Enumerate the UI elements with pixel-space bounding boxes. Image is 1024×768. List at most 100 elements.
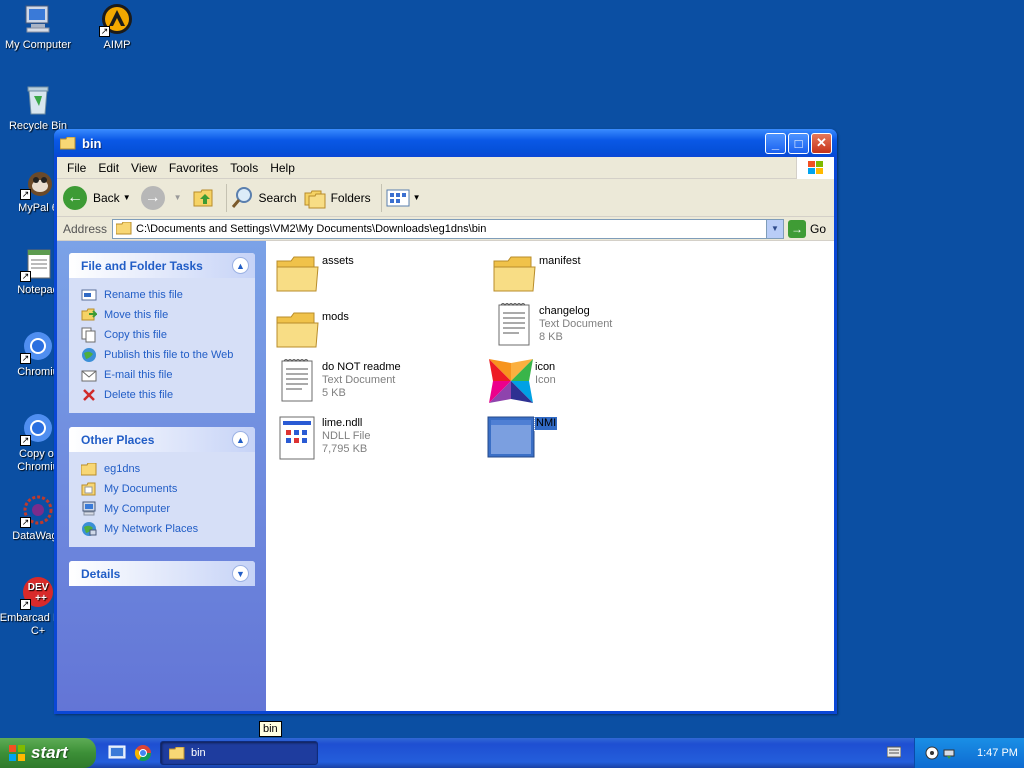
panel-header[interactable]: File and Folder Tasks ▲ [69, 253, 255, 278]
file-item[interactable]: changelog Text Document 8 KB [491, 301, 701, 349]
file-item[interactable]: mods [274, 307, 484, 355]
place-label: My Documents [104, 483, 178, 495]
panel-header[interactable]: Other Places ▲ [69, 427, 255, 452]
quick-launch [108, 744, 152, 762]
place-my-computer[interactable]: My Computer [81, 499, 255, 519]
file-size: 7,795 KB [322, 443, 368, 455]
file-item[interactable]: assets [274, 251, 484, 299]
expand-icon[interactable]: ▼ [232, 565, 249, 582]
desktop-icon-my-computer[interactable]: My Computer [0, 3, 78, 52]
window-title: bin [82, 135, 102, 151]
panel-header[interactable]: Details ▼ [69, 561, 255, 586]
back-button[interactable]: ← Back ▼ [63, 185, 135, 210]
file-name[interactable]: NMI [533, 416, 559, 431]
address-input[interactable]: C:\Documents and Settings\VM2\My Documen… [112, 218, 784, 239]
clock[interactable]: 1:47 PM [977, 747, 1018, 759]
desktop-icon-label: My Computer [4, 39, 72, 51]
start-button[interactable]: start [0, 738, 96, 768]
toolbar-separator [225, 183, 227, 212]
menu-tools[interactable]: Tools [224, 161, 264, 175]
folders-button[interactable]: Folders [303, 186, 371, 210]
task-label: Delete this file [104, 389, 174, 401]
collapse-icon[interactable]: ▲ [232, 257, 249, 274]
chevron-down-icon[interactable]: ▼ [174, 193, 182, 202]
show-desktop-icon[interactable] [108, 744, 126, 762]
file-name: assets [322, 255, 354, 267]
tooltip: bin [259, 721, 282, 737]
windows-logo-icon [9, 745, 25, 761]
chromium-icon[interactable] [134, 744, 152, 762]
forward-button[interactable]: → ▼ [140, 185, 186, 210]
collapse-icon[interactable]: ▲ [232, 431, 249, 448]
views-button[interactable]: ▼ [386, 188, 425, 208]
address-value: C:\Documents and Settings\VM2\My Documen… [136, 222, 487, 235]
menu-file[interactable]: File [61, 161, 92, 175]
mypal-icon: ↗ [20, 166, 54, 200]
desktop-icon-aimp[interactable]: ↗ AIMP [77, 3, 157, 52]
taskbar-window-bin[interactable]: bin [160, 741, 318, 765]
maximize-button[interactable]: □ [788, 132, 809, 154]
search-button[interactable]: Search [231, 186, 297, 210]
application-icon [487, 416, 535, 458]
place-eg1dns[interactable]: eg1dns [81, 459, 255, 479]
panel-title: Other Places [81, 432, 155, 447]
minimize-button[interactable]: _ [765, 132, 786, 154]
menu-edit[interactable]: Edit [92, 161, 125, 175]
forward-arrow-icon: → [140, 185, 165, 210]
task-pane: File and Folder Tasks ▲ Rename this file… [57, 241, 266, 711]
windows-logo-icon [796, 157, 834, 179]
close-button[interactable]: ✕ [811, 132, 832, 154]
file-item[interactable]: icon Icon [487, 357, 697, 405]
tray-app-icon[interactable] [925, 746, 939, 760]
file-folder-tasks-panel: File and Folder Tasks ▲ Rename this file… [69, 253, 255, 413]
ndll-file-icon [279, 416, 315, 460]
shortcut-arrow-icon: ↗ [20, 353, 31, 364]
safely-remove-hardware-icon[interactable] [942, 746, 956, 760]
text-document-icon [281, 359, 313, 402]
file-item-selected[interactable]: NMI [487, 413, 697, 461]
address-label: Address [63, 221, 108, 236]
file-name: icon [535, 361, 556, 373]
file-list[interactable]: assets manifest mods changelog Text Docu… [266, 241, 834, 711]
shortcut-arrow-icon: ↗ [20, 435, 31, 446]
task-label: Copy this file [104, 329, 167, 341]
file-item[interactable]: lime.ndll NDLL File 7,795 KB [274, 413, 484, 461]
up-folder-button[interactable] [192, 186, 216, 210]
folders-icon [304, 190, 326, 208]
place-label: My Network Places [104, 523, 199, 535]
minimize-icon: _ [771, 135, 780, 151]
menu-view[interactable]: View [125, 161, 163, 175]
chevron-down-icon[interactable]: ▼ [765, 219, 783, 238]
file-type: NDLL File [322, 430, 371, 442]
menu-help[interactable]: Help [264, 161, 301, 175]
system-tray: 1:47 PM [914, 738, 1024, 768]
go-button[interactable]: → Go [787, 219, 826, 238]
task-publish[interactable]: Publish this file to the Web [81, 345, 255, 365]
file-type: Text Document [539, 318, 613, 330]
my-documents-icon [81, 481, 97, 497]
task-label: Rename this file [104, 289, 183, 301]
task-move[interactable]: Move this file [81, 305, 255, 325]
menu-favorites[interactable]: Favorites [163, 161, 224, 175]
recycle-bin-icon [22, 84, 54, 116]
desktop-icon-recycle-bin[interactable]: Recycle Bin [0, 84, 78, 133]
task-delete[interactable]: Delete this file [81, 385, 255, 405]
folder-icon [81, 461, 97, 477]
place-my-network-places[interactable]: My Network Places [81, 519, 255, 539]
keyboard-icon[interactable] [887, 746, 901, 758]
shortcut-arrow-icon: ↗ [99, 26, 110, 37]
my-computer-icon [81, 501, 97, 517]
task-copy[interactable]: Copy this file [81, 325, 255, 345]
place-my-documents[interactable]: My Documents [81, 479, 255, 499]
file-name: lime.ndll [322, 417, 363, 429]
shortcut-arrow-icon: ↗ [20, 599, 31, 610]
file-item[interactable]: manifest [491, 251, 701, 299]
task-label: Move this file [104, 309, 169, 321]
task-email[interactable]: E-mail this file [81, 365, 255, 385]
title-bar[interactable]: bin _ □ ✕ [54, 129, 837, 157]
file-name: do NOT readme [322, 361, 401, 373]
datawagon-icon: ↗ [20, 494, 54, 528]
chevron-down-icon[interactable]: ▼ [123, 193, 131, 202]
file-item[interactable]: do NOT readme Text Document 5 KB [274, 357, 484, 405]
task-rename[interactable]: Rename this file [81, 285, 255, 305]
